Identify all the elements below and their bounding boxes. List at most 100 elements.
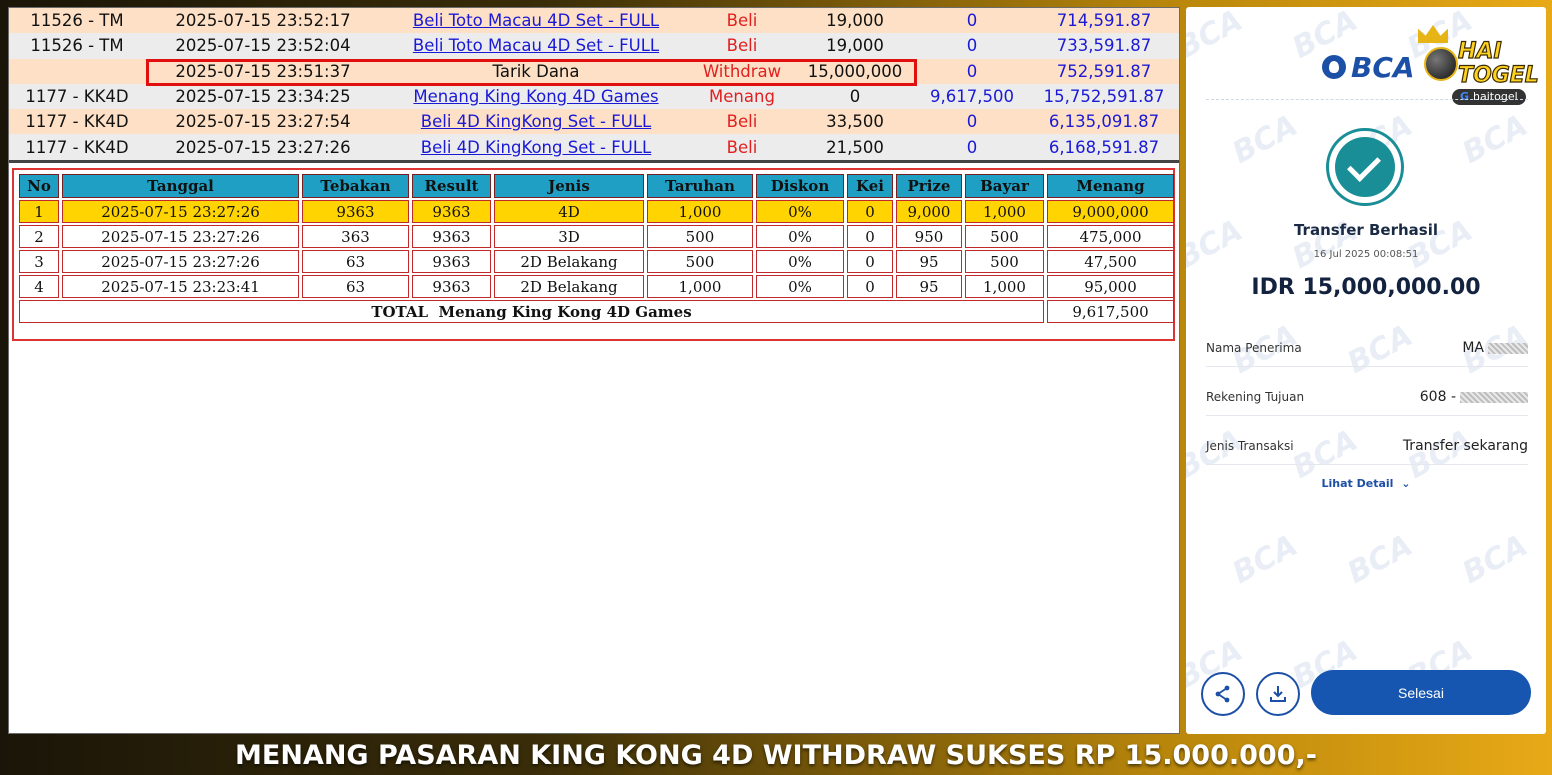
row-divider bbox=[1206, 366, 1528, 367]
haitogel-badge-text: haitogel bbox=[1473, 90, 1518, 103]
transaction-type: Menang bbox=[691, 83, 793, 110]
transaction-description: Menang King Kong 4D Games bbox=[381, 83, 691, 110]
transaction-type: Beli bbox=[691, 109, 793, 135]
table-row: 1 2025-07-15 23:27:26 9363 9363 4D 1,000 0% 0 9,… bbox=[19, 200, 1174, 223]
transaction-credit: 0 bbox=[917, 134, 1027, 160]
transaction-balance: 752,591.87 bbox=[1027, 58, 1179, 84]
table-cell: 3 bbox=[19, 250, 59, 273]
table-cell: 0% bbox=[756, 200, 844, 223]
total-row: TOTAL Menang King Kong 4D Games 9,617,500 bbox=[19, 300, 1174, 323]
transaction-credit: 0 bbox=[917, 8, 1027, 34]
transaction-link[interactable]: Beli Toto Macau 4D Set - FULL bbox=[413, 11, 659, 30]
transaction-table: 11526 - TM 2025-07-15 23:52:17 Beli Toto M… bbox=[9, 8, 1179, 160]
row-divider bbox=[1206, 464, 1528, 465]
billiard-ball-icon bbox=[1424, 47, 1458, 81]
win-detail-table: No Tanggal Tebakan Result Jenis Taruhan Diskon… bbox=[16, 172, 1177, 325]
transaction-balance: 6,135,091.87 bbox=[1027, 109, 1179, 135]
transaction-type: Beli bbox=[691, 33, 793, 59]
table-cell: 0 bbox=[847, 250, 893, 273]
download-button[interactable] bbox=[1256, 672, 1300, 716]
masked-text bbox=[1488, 342, 1528, 354]
table-cell: 2025-07-15 23:27:26 bbox=[62, 225, 299, 248]
column-header: Menang bbox=[1047, 174, 1174, 198]
haitogel-logo-bottom: TOGEL bbox=[1457, 62, 1539, 88]
bca-watermark: BCA bbox=[1341, 318, 1419, 381]
transaction-date: 2025-07-15 23:27:26 bbox=[145, 134, 381, 160]
share-button[interactable] bbox=[1201, 672, 1245, 716]
table-cell: 9363 bbox=[412, 275, 491, 298]
table-row: 11526 - TM 2025-07-15 23:52:04 Beli Toto M… bbox=[9, 33, 1179, 59]
bca-receipt: BCA BCA BCA BCA BCA BCA BCA BCA BCA BCA BCA BCA BCA B… bbox=[1186, 7, 1546, 734]
table-cell: 9363 bbox=[412, 200, 491, 223]
table-cell: 47,500 bbox=[1047, 250, 1174, 273]
transaction-link[interactable]: Beli 4D KingKong Set - FULL bbox=[421, 112, 651, 131]
table-cell: 363 bbox=[302, 225, 409, 248]
transaction-credit: 9,617,500 bbox=[917, 83, 1027, 110]
transaction-balance: 733,591.87 bbox=[1027, 33, 1179, 59]
table-cell: 95,000 bbox=[1047, 275, 1174, 298]
transaction-debit: 19,000 bbox=[793, 33, 917, 59]
transaction-type-label: Jenis Transaksi bbox=[1206, 439, 1294, 453]
row-divider bbox=[1206, 415, 1528, 416]
table-cell: 475,000 bbox=[1047, 225, 1174, 248]
table-cell: 9363 bbox=[412, 225, 491, 248]
table-cell: 1,000 bbox=[647, 275, 753, 298]
table-row: 3 2025-07-15 23:27:26 63 9363 2D Belakang 500… bbox=[19, 250, 1174, 273]
table-cell: 3D bbox=[494, 225, 644, 248]
transaction-id bbox=[9, 58, 145, 84]
haitogel-logo-top: HAI bbox=[1457, 38, 1502, 64]
table-cell: 500 bbox=[647, 225, 753, 248]
transaction-type-value: Transfer sekarang bbox=[1402, 438, 1528, 454]
column-header: Result bbox=[412, 174, 491, 198]
account-value: 608 - bbox=[1420, 389, 1528, 405]
column-header: Kei bbox=[847, 174, 893, 198]
transaction-type: Beli bbox=[691, 8, 793, 34]
recipient-name-value: MA bbox=[1462, 340, 1528, 356]
table-cell: 95 bbox=[896, 275, 962, 298]
table-cell: 0% bbox=[756, 250, 844, 273]
table-cell: 500 bbox=[965, 250, 1044, 273]
table-row: 2025-07-15 23:51:37 Tarik Dana Withdraw 15,… bbox=[9, 58, 1179, 84]
transaction-id: 1177 - KK4D bbox=[9, 83, 145, 110]
transfer-status: Transfer Berhasil bbox=[1293, 221, 1439, 239]
table-cell: 9363 bbox=[302, 200, 409, 223]
view-detail-link[interactable]: Lihat Detail ⌄ bbox=[1186, 477, 1546, 490]
transaction-date: 2025-07-15 23:52:04 bbox=[145, 33, 381, 59]
table-cell: 63 bbox=[302, 275, 409, 298]
view-detail-text[interactable]: Lihat Detail bbox=[1322, 477, 1394, 490]
bca-logo: BCA bbox=[1322, 49, 1415, 85]
google-icon: G bbox=[1460, 90, 1470, 103]
transaction-description: Beli 4D KingKong Set - FULL bbox=[381, 109, 691, 135]
table-cell: 2D Belakang bbox=[494, 250, 644, 273]
promo-banner: MENANG PASARAN KING KONG 4D WITHDRAW SUK… bbox=[235, 740, 1317, 771]
account-label: Rekening Tujuan bbox=[1206, 390, 1305, 404]
column-header: Bayar bbox=[965, 174, 1044, 198]
account-text: 608 - bbox=[1419, 389, 1456, 405]
table-cell: 500 bbox=[647, 250, 753, 273]
transaction-panel: 11526 - TM 2025-07-15 23:52:17 Beli Toto M… bbox=[8, 7, 1180, 734]
table-cell: 95 bbox=[896, 250, 962, 273]
total-value: 9,617,500 bbox=[1047, 300, 1174, 323]
done-button[interactable]: Selesai bbox=[1311, 670, 1531, 715]
column-header: Taruhan bbox=[647, 174, 753, 198]
transaction-link[interactable]: Beli Toto Macau 4D Set - FULL bbox=[413, 36, 659, 55]
transaction-debit: 15,000,000 bbox=[793, 58, 917, 84]
table-divider bbox=[9, 160, 1179, 163]
table-row: 1177 - KK4D 2025-07-15 23:27:54 Beli 4D Ki… bbox=[9, 109, 1179, 135]
table-cell: 0 bbox=[847, 275, 893, 298]
bca-watermark: BCA bbox=[1186, 7, 1249, 66]
success-check-icon bbox=[1326, 128, 1404, 206]
transaction-link[interactable]: Menang King Kong 4D Games bbox=[413, 87, 658, 106]
haitogel-badge: Ghaitogel bbox=[1452, 89, 1526, 105]
column-header: Jenis bbox=[494, 174, 644, 198]
masked-text bbox=[1460, 391, 1528, 403]
column-header: No bbox=[19, 174, 59, 198]
table-cell: 950 bbox=[896, 225, 962, 248]
transaction-id: 11526 - TM bbox=[9, 33, 145, 59]
transaction-link[interactable]: Beli 4D KingKong Set - FULL bbox=[421, 138, 651, 157]
recipient-name-text: MA bbox=[1462, 340, 1484, 356]
table-cell: 2025-07-15 23:27:26 bbox=[62, 200, 299, 223]
transaction-description: Beli Toto Macau 4D Set - FULL bbox=[381, 8, 691, 34]
transaction-type: Withdraw bbox=[691, 58, 793, 84]
table-cell: 0 bbox=[847, 200, 893, 223]
